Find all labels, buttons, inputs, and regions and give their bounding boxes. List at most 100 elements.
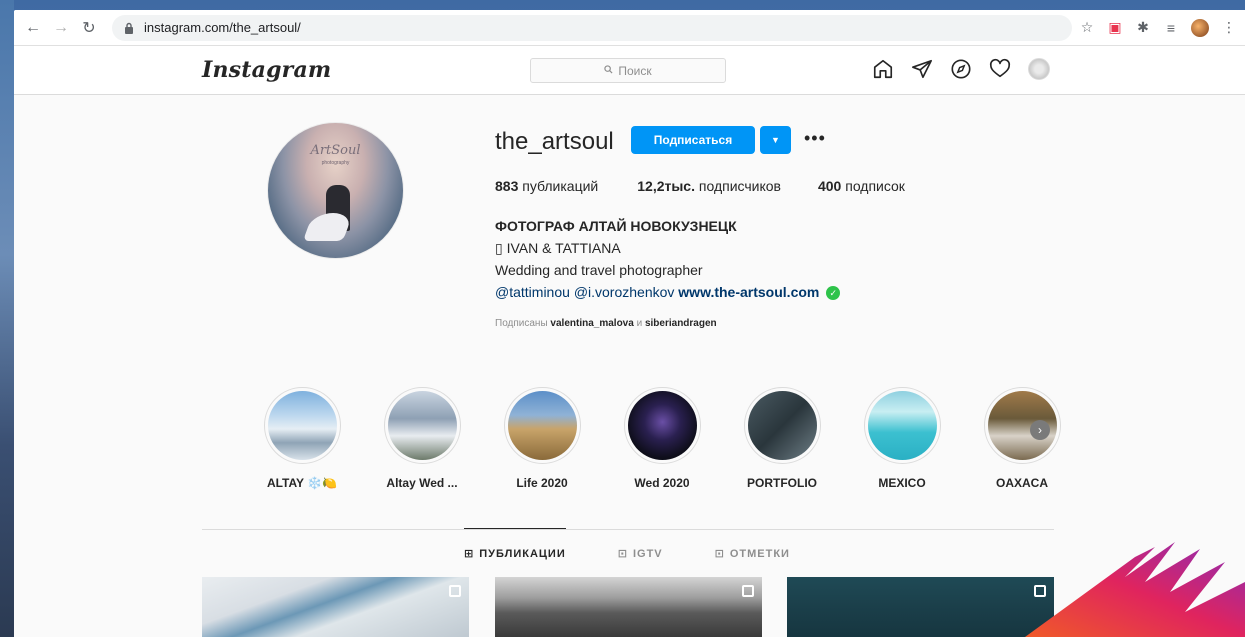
- back-arrow-icon[interactable]: ←: [22, 17, 44, 39]
- followed-by-prefix: Подписаны: [495, 318, 548, 329]
- lock-icon: [122, 21, 136, 35]
- decorative-brush-stripes: [1025, 542, 1245, 637]
- verified-check-icon: ✓: [826, 286, 841, 301]
- highlight-label: ALTAY ❄️🍋: [266, 476, 338, 490]
- posts-count: 883 публикаций: [495, 178, 598, 194]
- url-text: instagram.com/the_artsoul/: [144, 20, 301, 35]
- followers-value: 12,2тыс.: [637, 178, 695, 194]
- tab-posts[interactable]: ⊞ ПУБЛИКАЦИИ: [464, 547, 566, 561]
- highlight-mexico[interactable]: MEXICO: [842, 387, 962, 490]
- highlight-wed-2020[interactable]: Wed 2020: [602, 387, 722, 490]
- followed-by-user1: valentina_malova: [550, 318, 634, 329]
- avatar-brand-text: ArtSoul: [310, 143, 361, 158]
- desktop-backdrop: [0, 0, 14, 637]
- profile-username: the_artsoul: [495, 128, 614, 155]
- search-icon: [604, 64, 613, 77]
- reload-icon[interactable]: ↻: [78, 17, 100, 39]
- search-input[interactable]: Поиск: [530, 58, 726, 83]
- highlight-label: Altay Wed ...: [386, 476, 458, 490]
- bio-line-names: ▯ IVAN & TATTIANA: [495, 240, 621, 256]
- more-options-icon[interactable]: •••: [804, 129, 826, 147]
- address-bar[interactable]: instagram.com/the_artsoul/: [112, 14, 1072, 41]
- followed-by-user2: siberiandragen: [644, 318, 717, 329]
- pocket-extension-icon[interactable]: ▣: [1107, 19, 1123, 36]
- highlight-cover: [867, 391, 937, 460]
- main-nav: [872, 58, 1050, 80]
- highlight-ring: [383, 387, 461, 464]
- follow-button[interactable]: Подписаться: [631, 126, 755, 154]
- avatar-dress: [302, 213, 354, 241]
- post-thumbnail[interactable]: [495, 577, 762, 637]
- extensions-puzzle-icon[interactable]: ✱: [1135, 19, 1151, 36]
- highlight-cover: [267, 391, 337, 460]
- highlight-label: Wed 2020: [634, 476, 690, 490]
- caret-down-icon: ▼: [771, 135, 780, 145]
- highlight-label: Life 2020: [516, 476, 568, 490]
- direct-messages-icon[interactable]: [911, 58, 933, 80]
- browser-window: ← → ↻ instagram.com/the_artsoul/ ☆ ▣ ✱ ≡…: [14, 10, 1245, 637]
- tabs-divider: [202, 529, 1054, 530]
- story-highlights: ALTAY ❄️🍋 Altay Wed ... Life 2020 Wed 20…: [242, 387, 1082, 490]
- profile-full-name: ФОТОГРАФ АЛТАЙ НОВОКУЗНЕЦК: [495, 218, 737, 234]
- highlight-cover: [747, 391, 817, 460]
- browser-menu-icon[interactable]: ⋮: [1221, 19, 1237, 36]
- highlight-label: PORTFOLIO: [747, 476, 817, 490]
- tab-posts-label: ПУБЛИКАЦИИ: [479, 547, 566, 560]
- followed-by-conj: и: [636, 318, 643, 329]
- multiple-posts-icon: [742, 585, 754, 597]
- search-placeholder: Поиск: [618, 63, 652, 78]
- highlight-ring: [263, 387, 341, 464]
- highlight-ring: [743, 387, 821, 464]
- mention-link-tattiminou[interactable]: @tattiminou: [495, 284, 570, 300]
- mention-link-vorozhenkov[interactable]: @i.vorozhenkov: [574, 284, 675, 300]
- browser-toolbar: ← → ↻ instagram.com/the_artsoul/ ☆ ▣ ✱ ≡…: [14, 10, 1245, 46]
- bio-line-description: Wedding and travel photographer: [495, 262, 703, 278]
- highlight-cover: [627, 391, 697, 460]
- highlight-portfolio[interactable]: PORTFOLIO: [722, 387, 842, 490]
- tab-tagged[interactable]: ⊡ ОТМЕТКИ: [714, 547, 790, 561]
- profile-tabs: ⊞ ПУБЛИКАЦИИ ⊡ IGTV ⊡ ОТМЕТКИ: [464, 547, 790, 561]
- following-label: подписок: [845, 178, 905, 194]
- post-thumbnail[interactable]: [202, 577, 469, 637]
- profile-avatar[interactable]: ArtSoul photography: [267, 122, 404, 259]
- highlight-ring: [623, 387, 701, 464]
- bookmark-star-icon[interactable]: ☆: [1079, 19, 1095, 36]
- following-value: 400: [817, 178, 842, 194]
- followed-by[interactable]: Подписаны valentina_malova и siberiandra…: [495, 318, 717, 329]
- highlight-label: MEXICO: [878, 476, 926, 490]
- browser-profile-avatar[interactable]: [1191, 18, 1209, 37]
- highlight-altay[interactable]: ALTAY ❄️🍋: [242, 387, 362, 490]
- tagged-icon: ⊡: [714, 548, 725, 560]
- highlights-next-arrow-icon[interactable]: ›: [1030, 420, 1050, 440]
- website-link[interactable]: www.the-artsoul.com: [678, 284, 819, 300]
- followers-label: подписчиков: [698, 178, 781, 194]
- highlight-cover: [507, 391, 577, 460]
- forward-arrow-icon[interactable]: →: [50, 17, 72, 39]
- bio-links: @tattiminou @i.vorozhenkov www.the-artso…: [495, 281, 841, 303]
- profile-stats: 883 публикаций 12,2тыс. подписчиков 400 …: [495, 178, 944, 194]
- home-icon[interactable]: [872, 58, 894, 80]
- tab-igtv[interactable]: ⊡ IGTV: [617, 547, 663, 561]
- user-avatar[interactable]: [1028, 58, 1050, 80]
- highlight-ring: [503, 387, 581, 464]
- multiple-posts-icon: [449, 585, 461, 597]
- grid-icon: ⊞: [464, 548, 475, 560]
- active-tab-indicator: [464, 528, 566, 529]
- explore-compass-icon[interactable]: [950, 58, 972, 80]
- suggested-dropdown-button[interactable]: ▼: [760, 126, 791, 154]
- reading-list-icon[interactable]: ≡: [1163, 20, 1179, 36]
- instagram-logo[interactable]: Instagram: [202, 57, 331, 83]
- highlight-life-2020[interactable]: Life 2020: [482, 387, 602, 490]
- highlight-ring: [863, 387, 941, 464]
- tab-igtv-label: IGTV: [632, 547, 663, 560]
- followers-count[interactable]: 12,2тыс. подписчиков: [637, 178, 781, 194]
- igtv-icon: ⊡: [617, 548, 628, 560]
- instagram-header: Instagram Поиск: [14, 46, 1245, 95]
- avatar-sub-text: photography: [321, 160, 350, 166]
- highlight-label: OAXACA: [995, 476, 1048, 490]
- highlight-altay-wed[interactable]: Altay Wed ...: [362, 387, 482, 490]
- following-count[interactable]: 400 подписок: [818, 178, 905, 194]
- activity-heart-icon[interactable]: [989, 58, 1011, 80]
- highlight-oaxaca[interactable]: OAXACA: [962, 387, 1082, 490]
- posts-value: 883: [495, 178, 519, 194]
